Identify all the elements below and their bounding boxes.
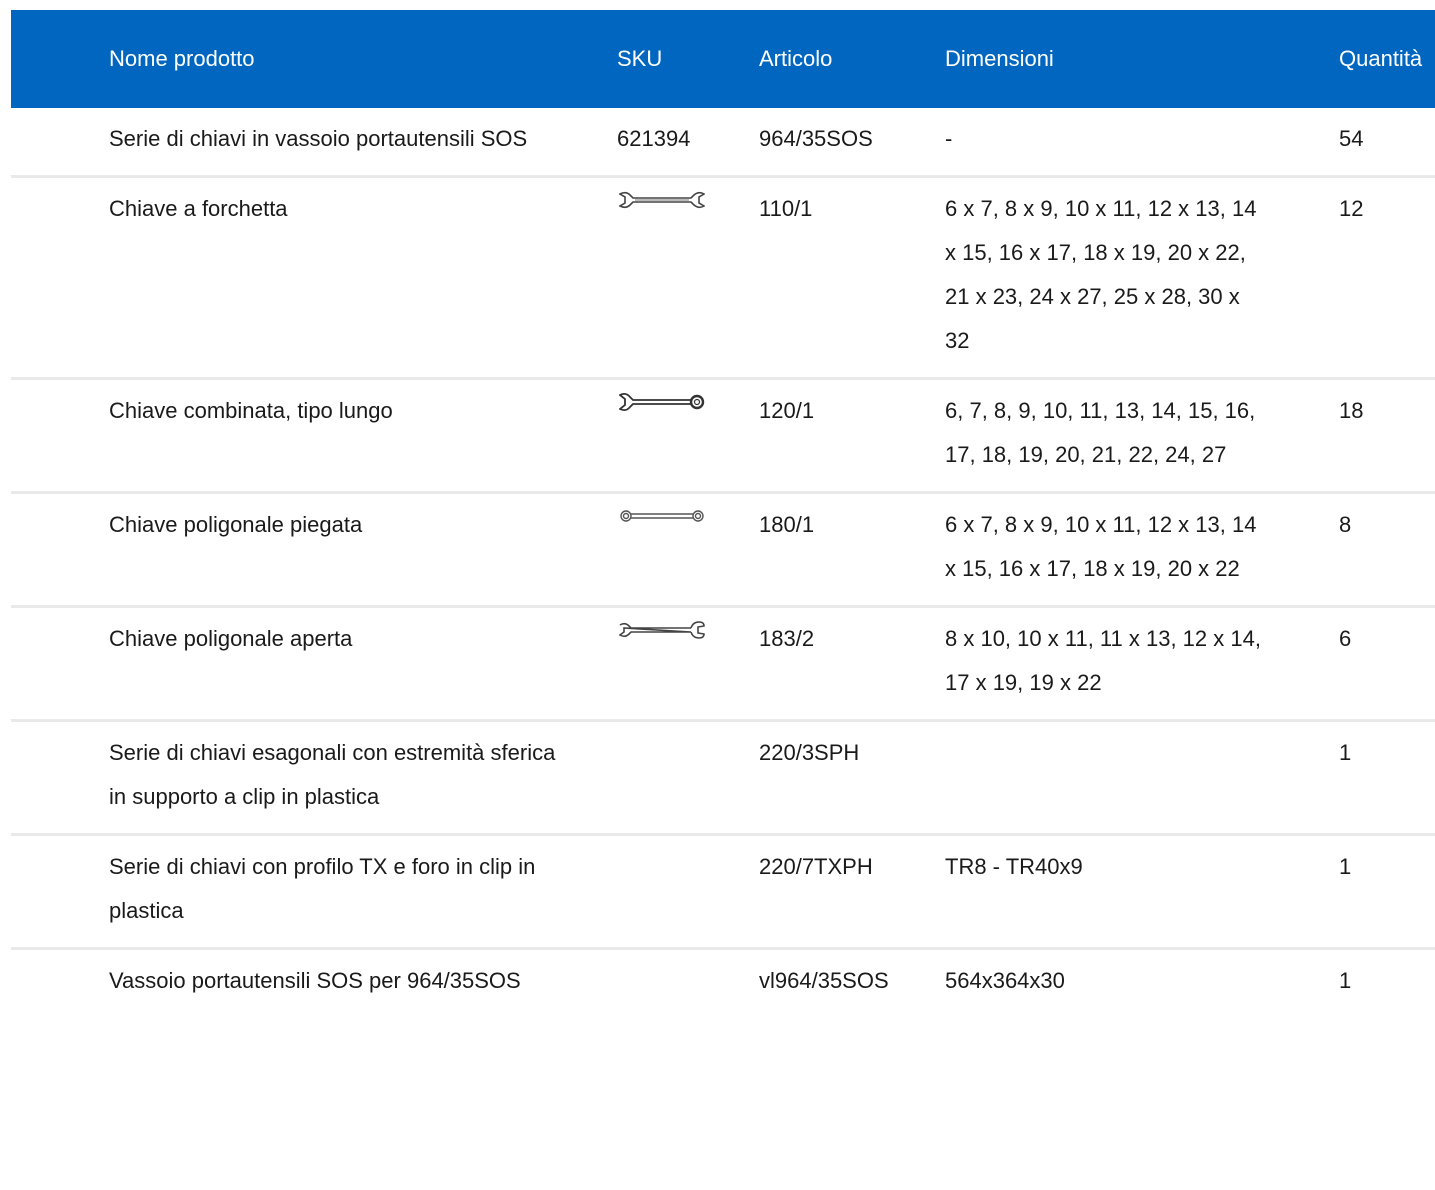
table-header-row: Nome prodotto SKU Articolo Dimensioni Qu…: [11, 10, 1435, 108]
product-article: vl964/35SOS: [759, 968, 889, 993]
product-table: Nome prodotto SKU Articolo Dimensioni Qu…: [11, 10, 1435, 1017]
product-dimensions: 6 x 7, 8 x 9, 10 x 11, 12 x 13, 14 x 15,…: [945, 196, 1257, 353]
header-quantity: Quantità: [1339, 46, 1423, 71]
product-quantity: 1: [1339, 968, 1352, 993]
product-name: Serie di chiavi in vassoio portautensili…: [109, 126, 528, 151]
table-row: Serie di chiavi esagonali con estremità …: [11, 721, 1435, 835]
product-article: 220/7TXPH: [759, 854, 873, 879]
combination-wrench-icon: [619, 392, 705, 412]
flare-nut-wrench-icon: [619, 621, 705, 639]
open-end-wrench-icon: [619, 191, 705, 209]
header-sku: SKU: [617, 46, 663, 71]
product-quantity: 6: [1339, 626, 1352, 651]
product-quantity: 8: [1339, 512, 1352, 537]
product-dimensions: 6, 7, 8, 9, 10, 11, 13, 14, 15, 16, 17, …: [945, 398, 1256, 467]
product-dimensions: 8 x 10, 10 x 11, 11 x 13, 12 x 14, 17 x …: [945, 626, 1261, 695]
product-article: 110/1: [759, 196, 813, 221]
header-spacer: [11, 10, 109, 108]
header-dimensions: Dimensioni: [945, 46, 1054, 71]
table-row: Chiave poligonale piegata 180/1 6 x 7, 8…: [11, 493, 1435, 607]
product-dimensions: -: [945, 126, 953, 151]
product-quantity: 18: [1339, 398, 1364, 423]
table-row: Vassoio portautensili SOS per 964/35SOS …: [11, 949, 1435, 1018]
product-name: Serie di chiavi esagonali con estremità …: [109, 740, 556, 809]
product-dimensions: 6 x 7, 8 x 9, 10 x 11, 12 x 13, 14 x 15,…: [945, 512, 1257, 581]
product-sku: [617, 949, 759, 1018]
product-sku: [617, 835, 759, 949]
product-dimensions: 564x364x30: [945, 968, 1065, 993]
product-quantity: 54: [1339, 126, 1364, 151]
product-article: 220/3SPH: [759, 740, 860, 765]
product-article: 180/1: [759, 512, 815, 537]
product-article: 964/35SOS: [759, 126, 873, 151]
product-name: Chiave poligonale piegata: [109, 512, 363, 537]
product-name: Vassoio portautensili SOS per 964/35SOS: [109, 968, 521, 993]
product-dimensions: TR8 - TR40x9: [945, 854, 1083, 879]
product-name: Chiave poligonale aperta: [109, 626, 353, 651]
product-quantity: 12: [1339, 196, 1364, 221]
product-article: 120/1: [759, 398, 815, 423]
product-quantity: 1: [1339, 854, 1352, 879]
table-row: Chiave poligonale aperta 183/2 8 x 10, 1…: [11, 607, 1435, 721]
header-article: Articolo: [759, 46, 833, 71]
product-name: Chiave combinata, tipo lungo: [109, 398, 393, 423]
table-row: Serie di chiavi con profilo TX e foro in…: [11, 835, 1435, 949]
product-article: 183/2: [759, 626, 815, 651]
product-sku: [617, 721, 759, 835]
product-table-container: Nome prodotto SKU Articolo Dimensioni Qu…: [11, 10, 1435, 1017]
table-row: Chiave a forchetta 110/1 6 x 7, 8 x 9, 1…: [11, 177, 1435, 379]
product-sku: 621394: [617, 126, 691, 151]
table-row: Chiave combinata, tipo lungo 120/1 6, 7,…: [11, 379, 1435, 493]
ring-wrench-icon: [620, 510, 704, 522]
product-name: Serie di chiavi con profilo TX e foro in…: [109, 854, 536, 923]
header-name: Nome prodotto: [109, 46, 255, 71]
product-quantity: 1: [1339, 740, 1352, 765]
table-row: Serie di chiavi in vassoio portautensili…: [11, 108, 1435, 177]
product-name: Chiave a forchetta: [109, 196, 288, 221]
